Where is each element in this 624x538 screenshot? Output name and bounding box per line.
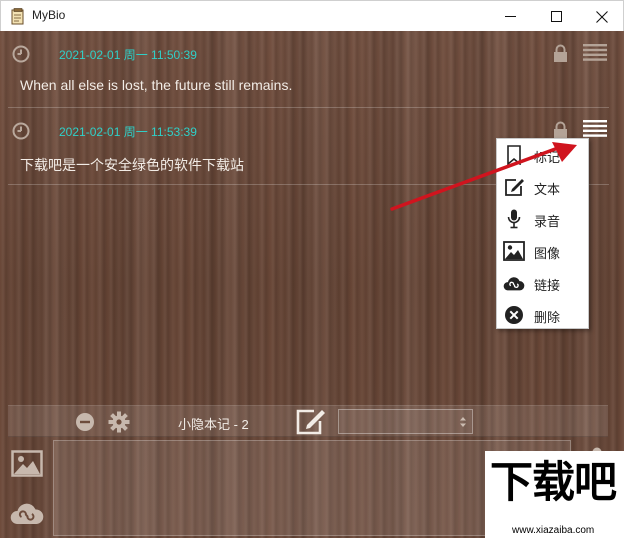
note-text: 下载吧是一个安全绿色的软件下载站 bbox=[20, 157, 244, 173]
close-button[interactable] bbox=[579, 1, 624, 32]
settings-gear-icon[interactable] bbox=[108, 411, 130, 433]
note-menu-icon[interactable] bbox=[583, 119, 607, 139]
title-bar: MyBio bbox=[0, 0, 624, 31]
clock-icon bbox=[12, 122, 30, 140]
watermark-logo: 下载吧 bbox=[490, 458, 617, 508]
notebook-title: 小隐本记 - 2 bbox=[178, 417, 249, 432]
select-arrows-icon bbox=[460, 417, 466, 427]
note-timestamp: 2021-02-01 周一 11:53:39 bbox=[59, 125, 197, 139]
delete-icon bbox=[505, 306, 523, 324]
note-separator bbox=[8, 107, 609, 108]
minimize-button[interactable] bbox=[487, 1, 533, 32]
edit-icon bbox=[505, 179, 524, 196]
image-icon bbox=[503, 241, 525, 261]
bottom-toolbar: 小隐本记 - 2 bbox=[8, 405, 608, 437]
menu-item-link[interactable]: 链接 bbox=[497, 267, 588, 299]
insert-image-icon[interactable] bbox=[11, 450, 43, 477]
maximize-button[interactable] bbox=[533, 1, 579, 32]
note-context-menu: 标记 文本 录音 图像 链接 删除 bbox=[496, 138, 589, 329]
microphone-icon bbox=[507, 209, 521, 229]
app-icon bbox=[11, 8, 24, 25]
note-menu-icon[interactable] bbox=[583, 43, 607, 63]
lock-icon[interactable] bbox=[553, 121, 568, 139]
remove-notebook-icon[interactable] bbox=[75, 412, 95, 432]
notebook-select[interactable] bbox=[338, 409, 473, 434]
lock-icon[interactable] bbox=[553, 44, 568, 62]
menu-item-bookmark[interactable]: 标记 bbox=[497, 139, 588, 171]
menu-item-record[interactable]: 录音 bbox=[497, 203, 588, 235]
menu-item-delete[interactable]: 删除 bbox=[497, 299, 588, 331]
insert-link-cloud-icon[interactable] bbox=[10, 500, 44, 526]
close-icon bbox=[596, 10, 608, 23]
maximize-icon bbox=[550, 11, 562, 22]
note-timestamp: 2021-02-01 周一 11:50:39 bbox=[59, 48, 197, 62]
site-watermark: 下载吧 www.xiazaiba.com bbox=[485, 451, 624, 538]
minimize-icon bbox=[504, 16, 516, 17]
clock-icon bbox=[12, 45, 30, 63]
bookmark-icon bbox=[507, 145, 521, 165]
watermark-url: www.xiazaiba.com bbox=[512, 525, 595, 536]
new-note-edit-icon[interactable] bbox=[295, 408, 327, 436]
menu-item-image[interactable]: 图像 bbox=[497, 235, 588, 267]
link-cloud-icon bbox=[503, 277, 525, 291]
menu-item-text[interactable]: 文本 bbox=[497, 171, 588, 203]
note-text: When all else is lost, the future still … bbox=[20, 77, 293, 93]
window-title: MyBio bbox=[32, 8, 66, 22]
